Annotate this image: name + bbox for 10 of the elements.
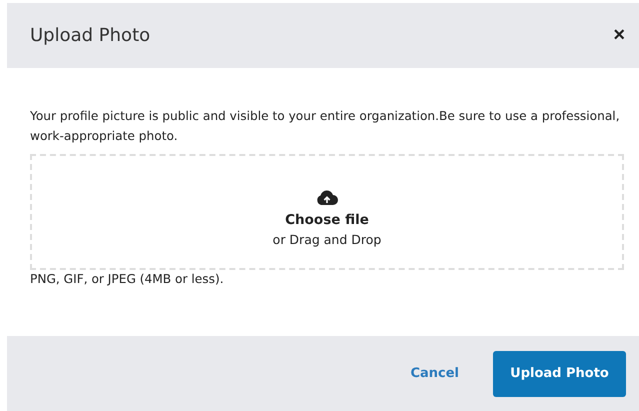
file-type-note: PNG, GIF, or JPEG (4MB or less). <box>30 272 225 286</box>
description-text: Your profile picture is public and visible to your entire organization.Be sure to use a professional, work-appropriate photo. <box>30 108 620 145</box>
close-button[interactable]: × <box>613 24 625 47</box>
drag-drop-hint: or Drag and Drop <box>272 232 382 247</box>
dialog-title: Upload Photo <box>30 25 150 46</box>
choose-file-label: Choose file <box>285 212 369 228</box>
cloud-upload-icon <box>316 190 338 206</box>
drop-zone[interactable]: Choose file or Drag and Drop <box>30 154 624 270</box>
cancel-button[interactable]: Cancel <box>410 366 459 381</box>
upload-photo-button[interactable]: Upload Photo <box>493 350 626 396</box>
